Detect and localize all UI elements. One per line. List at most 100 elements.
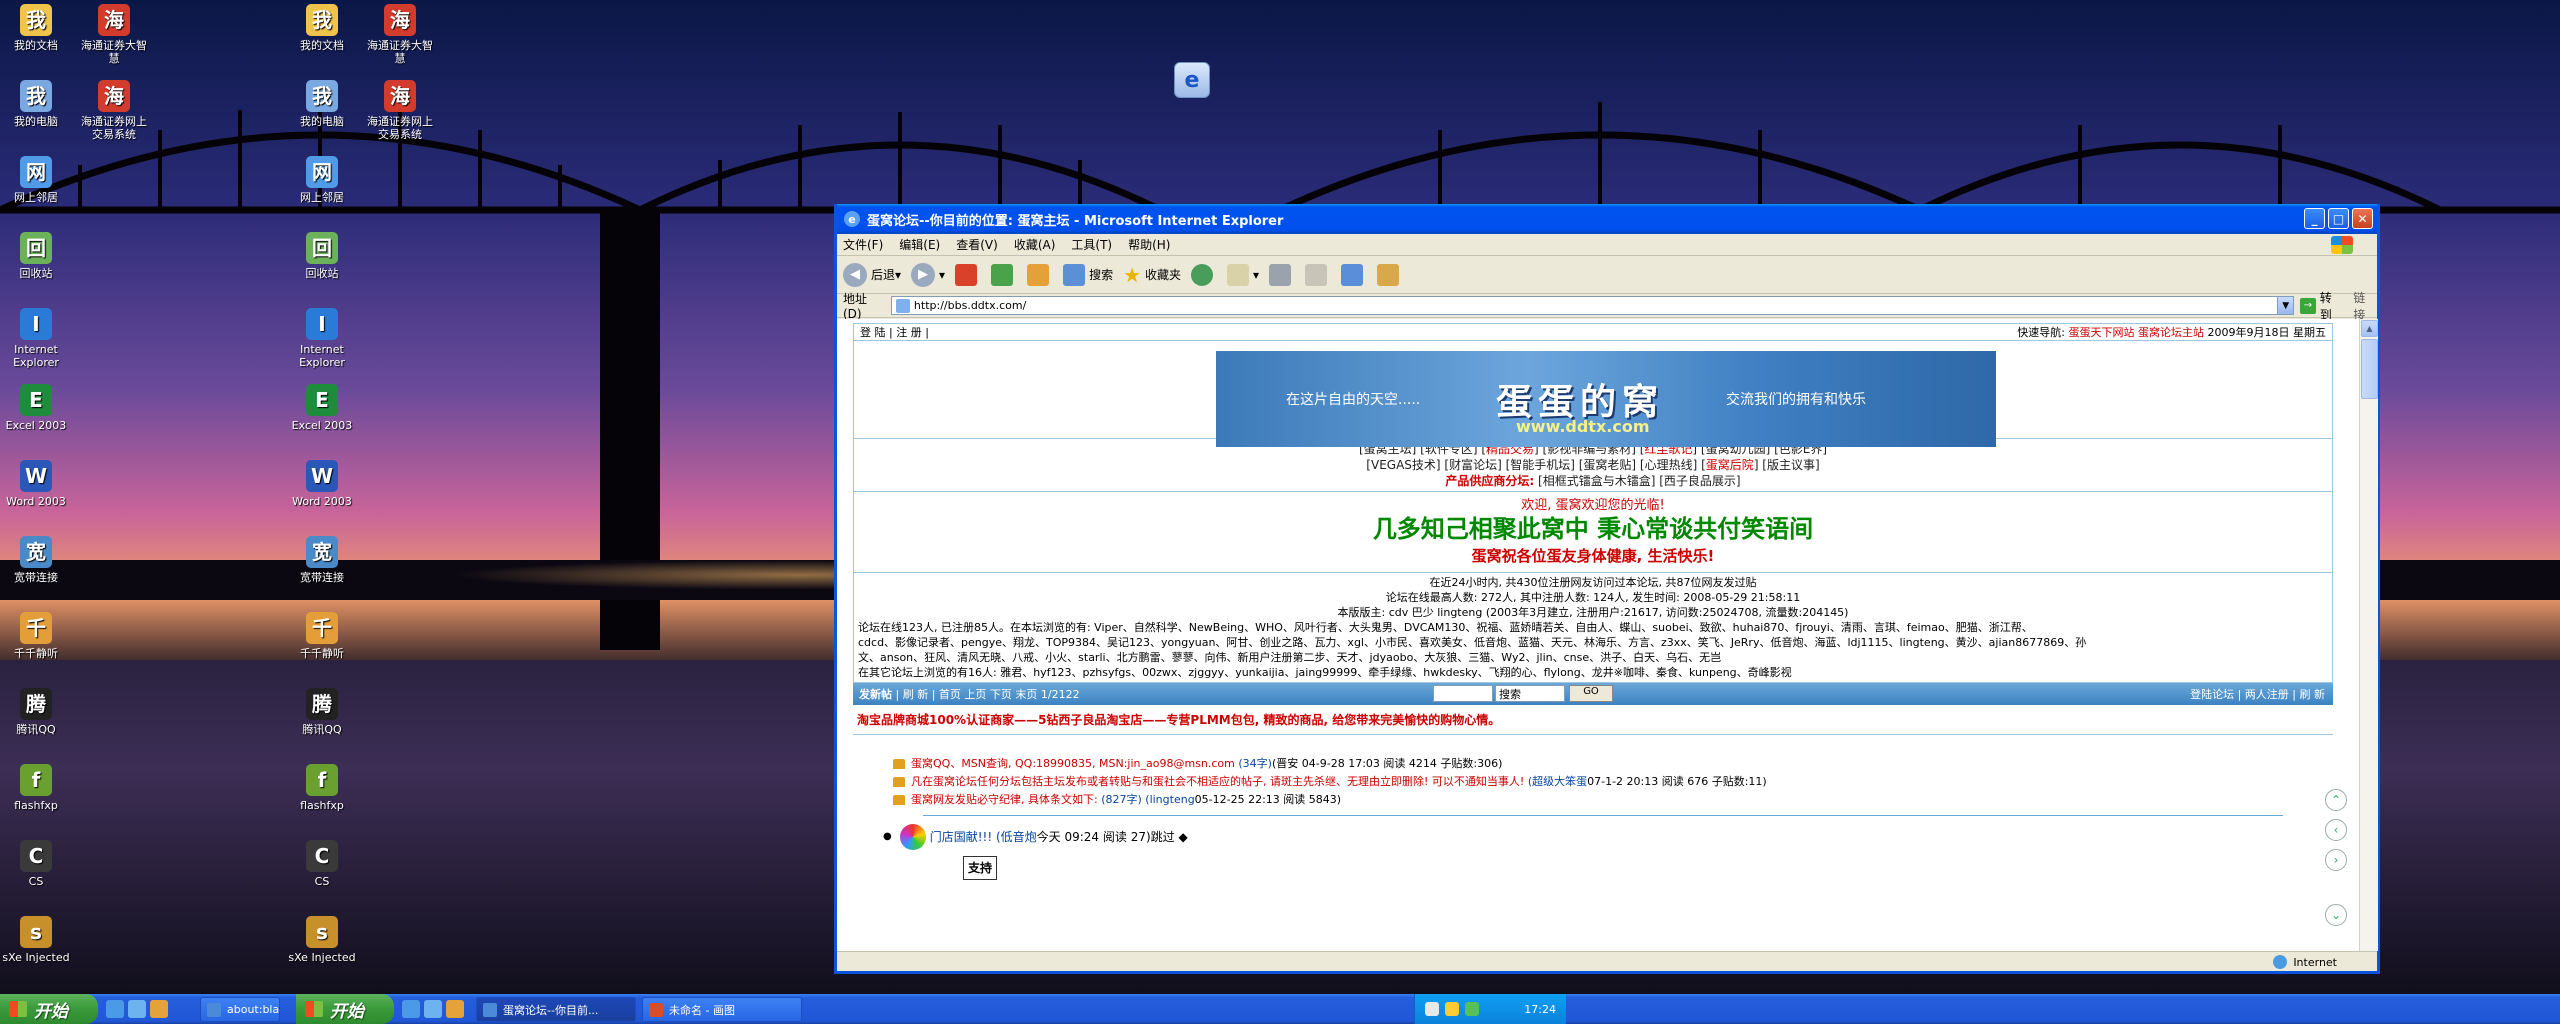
topic-title[interactable]: 蛋窝网友发贴必守纪律, 具体条文如下: [911,791,1098,809]
desktop-icon[interactable]: C CS [0,840,72,888]
desktop-icon[interactable]: 回回收站 [0,232,72,280]
topic-row-featured[interactable]: ● 门店国献!!! (低音炮 今天 09:24 阅读 27)跳过 ◆ [883,824,2333,850]
desktop-icon[interactable]: f flashfxp [0,764,72,812]
clock[interactable]: 17:24 [1524,1003,1556,1016]
desktop-icon[interactable]: W Word 2003 [286,460,358,508]
topic-row[interactable]: 蛋窝QQ、MSN查询, QQ:18990835, MSN:jin_ao98@ms… [893,755,2333,773]
desktop-icon[interactable]: I Internet Explorer [0,308,72,369]
mail-button[interactable]: ▾ [1227,263,1259,286]
pagination[interactable]: 首页 上页 下页 末页 1/2122 [939,686,1080,702]
desktop-icon[interactable]: C CS [286,840,358,888]
quicklaunch-desktop-icon[interactable] [128,1000,146,1018]
desktop-icon[interactable]: E Excel 2003 [286,384,358,432]
maximize-button[interactable]: □ [2328,208,2349,229]
desktop-icon[interactable]: 海海通证券大智慧 [78,4,150,65]
refresh-link[interactable]: 刷 新 [903,686,929,702]
tray-volume-icon[interactable] [1445,1002,1459,1016]
desktop-icon[interactable]: s sXe Injected [0,916,72,964]
desktop-icon[interactable]: W Word 2003 [0,460,72,508]
desktop-icon[interactable]: 我我的文档 [0,4,72,52]
scroll-thumb[interactable] [2361,339,2378,399]
floating-ie-icon[interactable]: e [1174,62,1210,98]
desktop-icon[interactable]: E Excel 2003 [0,384,72,432]
home-button[interactable] [1027,263,1053,286]
address-dropdown-button[interactable]: ▼ [2277,296,2295,315]
menu-file[interactable]: 文件(F) [843,236,883,253]
address-input[interactable]: http://bbs.ddtx.com/ [890,296,2279,315]
menu-edit[interactable]: 编辑(E) [899,236,940,253]
favorites-button[interactable]: ★ 收藏夹 [1123,263,1181,287]
forum-search-select[interactable]: 搜索 [1495,685,1565,702]
scroll-up-button[interactable]: ▲ [2361,320,2378,337]
login-link[interactable]: 登 陆 [860,326,886,339]
messenger-button[interactable] [1341,263,1367,286]
topic-row[interactable]: 凡在蛋窝论坛任何分坛包括主坛发布或者转贴与和蛋社会不相适应的帖子, 请斑主先杀继… [893,773,2333,791]
forum-search-go[interactable]: GO [1569,685,1613,702]
forum-search-input[interactable] [1433,685,1493,702]
desktop-icon[interactable]: 海海通证券大智慧 [364,4,436,65]
start-button[interactable]: 开始 [0,994,98,1024]
quicklaunch-ie-icon[interactable] [402,1000,420,1018]
close-button[interactable]: ✕ [2352,208,2373,229]
forum-banner[interactable]: 在这片自由的天空..... 蛋蛋的窝 www.ddtx.com 交流我们的拥有和… [1216,351,1996,447]
support-tag[interactable]: 支持 [963,856,998,880]
forward-button[interactable]: ▶ ▾ [911,262,945,287]
desktop-icon[interactable]: 海海通证券网上交易系统 [78,80,150,141]
desktop-icon[interactable]: 宽宽带连接 [0,536,72,584]
board-links-line2a[interactable]: [VEGAS技术] [财富论坛] [智能手机坛] [蛋窝老贴] [心理热线] [ [1366,458,1706,472]
menu-tools[interactable]: 工具(T) [1071,236,1112,253]
desktop-icon[interactable]: 我我的电脑 [0,80,72,128]
promo-banner[interactable]: 淘宝品牌商城100%认证商家——5钻西子良品淘宝店——专营PLMM包包, 精致的… [853,705,2333,735]
history-button[interactable] [1191,263,1217,286]
side-arrow-2[interactable]: › [2325,849,2347,871]
edit-button[interactable] [1305,263,1331,286]
topic-row[interactable]: 蛋窝网友发贴必守纪律, 具体条文如下: (827字) (lingteng 05-… [893,791,2333,809]
desktop-icon[interactable]: 腾腾讯QQ [286,688,358,736]
desktop-icon[interactable]: I Internet Explorer [286,308,358,369]
taskbar-button-paint[interactable]: 未命名 - 画图 [642,997,802,1022]
desktop-icon[interactable]: s sXe Injected [286,916,358,964]
menu-view[interactable]: 查看(V) [956,236,998,253]
quicknav-link-ddtx[interactable]: 蛋蛋天下网站 [2069,326,2135,339]
links-button[interactable]: 链接 [2353,289,2377,323]
desktop-icon[interactable]: 海海通证券网上交易系统 [364,80,436,141]
stop-button[interactable] [955,263,981,286]
go-button[interactable]: → 转到 [2300,289,2343,323]
print-button[interactable] [1269,263,1295,286]
msn-button[interactable] [1377,263,1403,286]
desktop-icon[interactable]: 千千千静听 [0,612,72,660]
search-button[interactable]: 搜索 [1063,263,1113,286]
topic-title[interactable]: 蛋窝QQ、MSN查询, QQ:18990835, MSN:jin_ao98@ms… [911,755,1235,773]
desktop-icon[interactable]: 我我的文档 [286,4,358,52]
desktop-icon[interactable]: 腾腾讯QQ [0,688,72,736]
desktop-icon[interactable]: 我我的电脑 [286,80,358,128]
quicklaunch-media-icon[interactable] [150,1000,168,1018]
desktop-icon[interactable]: 回回收站 [286,232,358,280]
quicklaunch-desktop-icon[interactable] [424,1000,442,1018]
register-link[interactable]: 注 册 [896,326,922,339]
quicklaunch-ie-icon[interactable] [106,1000,124,1018]
quicklaunch-media-icon[interactable] [446,1000,464,1018]
refresh-button[interactable] [991,263,1017,286]
tray-network-icon[interactable] [1425,1002,1439,1016]
desktop-icon[interactable]: 千千千静听 [286,612,358,660]
board-links-line2b[interactable]: ] [版主议事] [1754,458,1820,472]
side-arrow-up[interactable]: ⌃ [2325,789,2347,811]
navbar-right-links[interactable]: 登陆论坛 | 两人注册 | 刷 新 [2190,686,2325,702]
side-arrow-1[interactable]: ‹ [2325,819,2347,841]
taskbar-button-blank[interactable]: about:blan [200,997,280,1022]
topic-title[interactable]: 凡在蛋窝论坛任何分坛包括主坛发布或者转贴与和蛋社会不相适应的帖子, 请斑主先杀继… [911,773,1524,791]
quicknav-link-main[interactable]: 蛋窝论坛主站 [2138,326,2204,339]
back-button[interactable]: ◀ 后退 ▾ [843,262,901,287]
window-titlebar[interactable]: e 蛋窝论坛--你目前的位置: 蛋窝主坛 - Microsoft Interne… [837,204,2377,234]
start-button-2[interactable]: 开始 [296,994,394,1024]
menu-favorites[interactable]: 收藏(A) [1014,236,1056,253]
desktop-icon[interactable]: 网网上邻居 [286,156,358,204]
side-arrow-down[interactable]: ⌄ [2325,904,2347,926]
board-link-backyard[interactable]: 蛋窝后院 [1706,458,1754,472]
vertical-scrollbar[interactable]: ▲ [2359,319,2378,951]
supplier-links[interactable]: [相框式镭盒与木镭盒] [西子良品展示] [1538,474,1741,488]
menu-help[interactable]: 帮助(H) [1128,236,1170,253]
taskbar-button-forum[interactable]: 蛋窝论坛--你目前... [476,997,636,1022]
desktop-icon[interactable]: 宽宽带连接 [286,536,358,584]
